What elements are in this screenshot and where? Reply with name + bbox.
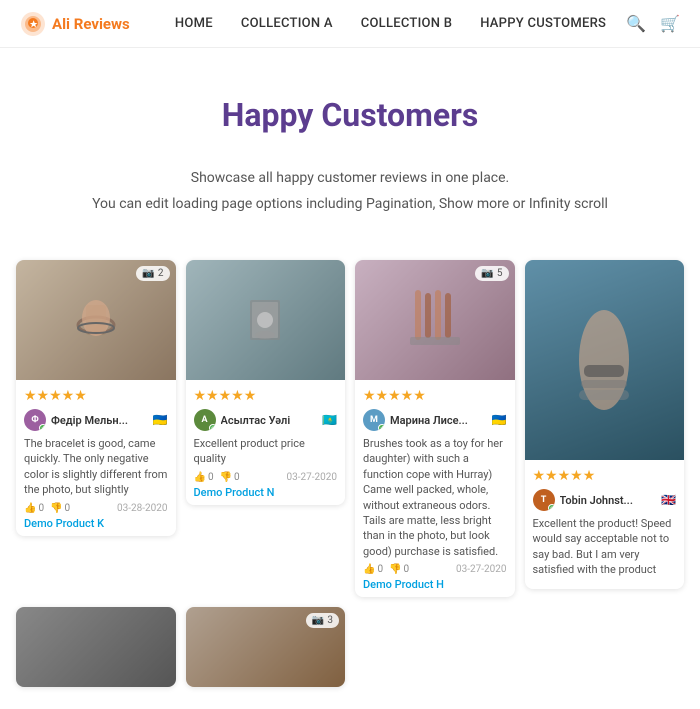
card-body-2: ★★★★★ А ✓ Асылтас Уәлі 🇰🇿 Excellent prod… bbox=[186, 380, 346, 505]
review-card-1: 📷 2 ★★★★★ Ф ✓ Федір Мельн... 🇺🇦 The brac… bbox=[16, 260, 176, 536]
review-footer-3: 👍 0 👎 0 03-27-2020 bbox=[363, 564, 507, 575]
logo-text: Ali Reviews bbox=[52, 15, 130, 33]
camera-icon-3: 📷 bbox=[481, 268, 493, 279]
reviews-section: 📷 2 ★★★★★ Ф ✓ Федір Мельн... 🇺🇦 The brac… bbox=[0, 232, 700, 697]
reviewer-row-1: Ф ✓ Федір Мельн... 🇺🇦 bbox=[24, 409, 168, 431]
card-image-2 bbox=[186, 260, 346, 380]
reviewer-name-1: Федір Мельн... bbox=[51, 414, 148, 427]
logo-link[interactable]: Ali Reviews bbox=[20, 11, 130, 37]
search-button[interactable]: 🔍 bbox=[626, 14, 646, 34]
date-2: 03-27-2020 bbox=[287, 472, 338, 483]
bottom-card-1 bbox=[16, 607, 176, 687]
likes-1: 👍 0 bbox=[24, 503, 44, 514]
review-text-1: The bracelet is good, came quickly. The … bbox=[24, 436, 168, 498]
camera-icon-bc2: 📷 bbox=[312, 615, 324, 626]
review-card-2: ★★★★★ А ✓ Асылтас Уәлі 🇰🇿 Excellent prod… bbox=[186, 260, 346, 505]
star-rating-3: ★★★★★ bbox=[363, 388, 507, 404]
avatar-1: Ф ✓ bbox=[24, 409, 46, 431]
likes-2: 👍 0 bbox=[194, 472, 214, 483]
card-image-3: 📷 5 bbox=[355, 260, 515, 380]
review-footer-1: 👍 0 👎 0 03-28-2020 bbox=[24, 503, 168, 514]
reviewer-row-3: М ✓ Марина Лисе... 🇺🇦 bbox=[363, 409, 507, 431]
nav-happy-customers[interactable]: HAPPY CUSTOMERS bbox=[480, 16, 606, 31]
card-body-3: ★★★★★ М ✓ Марина Лисе... 🇺🇦 Brushes took… bbox=[355, 380, 515, 597]
star-rating-1: ★★★★★ bbox=[24, 388, 168, 404]
navbar: Ali Reviews HOME COLLECTION A COLLECTION… bbox=[0, 0, 700, 48]
nav-collection-a[interactable]: COLLECTION A bbox=[241, 16, 333, 31]
bottom-row: 📷 3 bbox=[16, 607, 684, 697]
dislikes-3: 👎 0 bbox=[389, 564, 409, 575]
logo-icon bbox=[20, 11, 46, 37]
avatar-4: T ✓ bbox=[533, 489, 555, 511]
bottom-card-2: 📷 3 bbox=[186, 607, 346, 687]
review-card-3: 📷 5 ★★★★★ М ✓ Марина Лисе... 🇺🇦 Brushes … bbox=[355, 260, 515, 597]
reviewer-row-2: А ✓ Асылтас Уәлі 🇰🇿 bbox=[194, 409, 338, 431]
nav-home[interactable]: HOME bbox=[175, 16, 213, 31]
nav-collection-b[interactable]: COLLECTION B bbox=[361, 16, 452, 31]
review-card-4: ★★★★★ T ✓ Tobin Johnst... 🇬🇧 Excellent t… bbox=[525, 260, 685, 589]
review-text-3: Brushes took as a toy for her daughter) … bbox=[363, 436, 507, 559]
cart-button[interactable]: 🛒 bbox=[660, 14, 680, 34]
photo-count-badge-3: 📷 5 bbox=[475, 266, 508, 281]
nav-icons: 🔍 🛒 bbox=[626, 14, 680, 34]
flag-1: 🇺🇦 bbox=[153, 413, 168, 427]
reviewer-name-3: Марина Лисе... bbox=[390, 414, 487, 427]
thumbdown-icon-2: 👎 bbox=[220, 472, 232, 483]
reviewer-row-4: T ✓ Tobin Johnst... 🇬🇧 bbox=[533, 489, 677, 511]
thumbdown-icon: 👎 bbox=[50, 503, 62, 514]
nav-links: HOME COLLECTION A COLLECTION B HAPPY CUS… bbox=[175, 16, 606, 31]
date-1: 03-28-2020 bbox=[117, 503, 168, 514]
avatar-2: А ✓ bbox=[194, 409, 216, 431]
review-text-2: Excellent product price quality bbox=[194, 436, 338, 467]
page-title: Happy Customers bbox=[20, 96, 680, 134]
reviewer-name-4: Tobin Johnst... bbox=[560, 494, 657, 507]
thumbup-icon: 👍 bbox=[24, 503, 36, 514]
card-body-4: ★★★★★ T ✓ Tobin Johnst... 🇬🇧 Excellent t… bbox=[525, 460, 685, 589]
flag-2: 🇰🇿 bbox=[322, 413, 337, 427]
product-link-1[interactable]: Demo Product K bbox=[24, 517, 168, 530]
thumbup-icon-3: 👍 bbox=[363, 564, 375, 575]
flag-3: 🇺🇦 bbox=[492, 413, 507, 427]
reviewer-name-2: Асылтас Уәлі bbox=[221, 414, 318, 427]
bottom-image-2: 📷 3 bbox=[186, 607, 346, 687]
hero-desc1: Showcase all happy customer reviews in o… bbox=[20, 170, 680, 186]
flag-4: 🇬🇧 bbox=[661, 493, 676, 507]
product-image-placeholder bbox=[66, 290, 126, 350]
dislikes-2: 👎 0 bbox=[220, 472, 240, 483]
hero-desc2: You can edit loading page options includ… bbox=[20, 196, 680, 212]
verified-badge-4: ✓ bbox=[548, 504, 555, 511]
product-image-placeholder-3 bbox=[400, 285, 470, 355]
verified-badge-3: ✓ bbox=[378, 424, 385, 431]
verified-badge-2: ✓ bbox=[209, 424, 216, 431]
thumbdown-icon-3: 👎 bbox=[389, 564, 401, 575]
cart-icon: 🛒 bbox=[660, 16, 680, 33]
product-image-placeholder-2 bbox=[230, 285, 300, 355]
camera-icon: 📷 bbox=[142, 268, 154, 279]
card-image-1: 📷 2 bbox=[16, 260, 176, 380]
photo-count-badge-1: 📷 2 bbox=[136, 266, 169, 281]
reviews-grid: 📷 2 ★★★★★ Ф ✓ Федір Мельн... 🇺🇦 The brac… bbox=[16, 260, 684, 597]
product-image-placeholder-4 bbox=[559, 290, 649, 430]
search-icon: 🔍 bbox=[626, 16, 646, 33]
hero-section: Happy Customers Showcase all happy custo… bbox=[0, 48, 700, 232]
star-rating-4: ★★★★★ bbox=[533, 468, 677, 484]
product-link-2[interactable]: Demo Product N bbox=[194, 486, 338, 499]
verified-badge-1: ✓ bbox=[39, 424, 46, 431]
card-body-1: ★★★★★ Ф ✓ Федір Мельн... 🇺🇦 The bracelet… bbox=[16, 380, 176, 536]
bottom-image-1 bbox=[16, 607, 176, 687]
review-footer-2: 👍 0 👎 0 03-27-2020 bbox=[194, 472, 338, 483]
star-rating-2: ★★★★★ bbox=[194, 388, 338, 404]
photo-count-badge-bc2: 📷 3 bbox=[306, 613, 339, 628]
avatar-3: М ✓ bbox=[363, 409, 385, 431]
thumbup-icon-2: 👍 bbox=[194, 472, 206, 483]
likes-3: 👍 0 bbox=[363, 564, 383, 575]
date-3: 03-27-2020 bbox=[456, 564, 507, 575]
dislikes-1: 👎 0 bbox=[50, 503, 70, 514]
product-link-3[interactable]: Demo Product H bbox=[363, 578, 507, 591]
card-image-4 bbox=[525, 260, 685, 460]
review-text-4: Excellent the product! Speed would say a… bbox=[533, 516, 677, 578]
